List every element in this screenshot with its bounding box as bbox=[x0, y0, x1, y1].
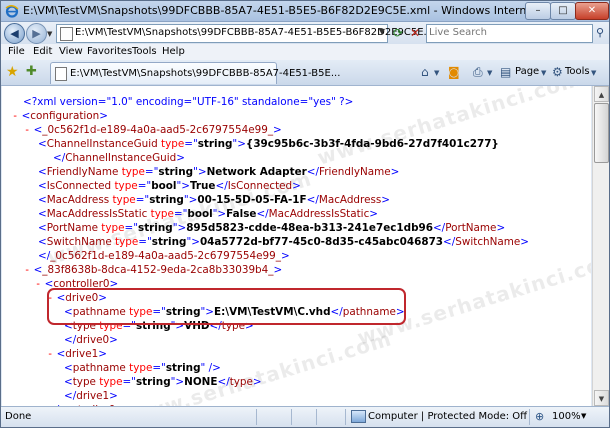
xml-node: </drive0> bbox=[64, 334, 118, 346]
tab-current[interactable]: E:\VM\TestVM\Snapshots\99DFCBBB-85A7-4E5… bbox=[50, 62, 340, 84]
feeds-icon[interactable]: ◙ bbox=[448, 65, 460, 79]
xml-node[interactable]: - <drive1> bbox=[47, 347, 107, 361]
tools-gear-icon[interactable]: ⚙ bbox=[552, 65, 563, 79]
xml-node: <ChannelInstanceGuid type="string">{39c9… bbox=[38, 138, 499, 150]
security-zone[interactable]: Computer | Protected Mode: Off bbox=[368, 411, 527, 422]
title-bar: E:\VM\TestVM\Snapshots\99DFCBBB-85A7-4E5… bbox=[1, 1, 609, 22]
status-divider bbox=[291, 409, 292, 425]
menu-view[interactable]: View bbox=[59, 46, 83, 57]
favorites-star-icon[interactable]: ★ bbox=[6, 64, 19, 80]
zoom-dropdown-icon[interactable]: ▼ bbox=[581, 412, 586, 420]
minimize-button[interactable]: – bbox=[525, 2, 551, 20]
xml-node: <type type="string">NONE</type> bbox=[64, 376, 262, 388]
xml-viewer: www.serhatakinci.com www.serhatakinci.co… bbox=[2, 86, 591, 406]
xml-node[interactable]: - <_0c562f1d-e189-4a0a-aad5-2c6797554e99… bbox=[24, 123, 282, 137]
forward-button[interactable]: ▶ bbox=[26, 23, 47, 44]
page-dropdown-icon[interactable]: ▼ bbox=[541, 69, 546, 77]
xml-node: <IsConnected type="bool">True</IsConnect… bbox=[38, 180, 301, 192]
window-title: E:\VM\TestVM\Snapshots\99DFCBBB-85A7-4E5… bbox=[23, 4, 587, 17]
search-input[interactable] bbox=[429, 26, 579, 39]
xml-node: </_0c562f1d-e189-4a0a-aad5-2c6797554e99_… bbox=[38, 250, 290, 262]
xml-node[interactable]: - <configuration> bbox=[12, 109, 108, 123]
close-button[interactable]: ✕ bbox=[575, 2, 609, 20]
xml-node: <MacAddressIsStatic type="bool">False</M… bbox=[38, 208, 379, 220]
scroll-down-icon[interactable]: ▼ bbox=[594, 390, 609, 406]
search-icon[interactable]: ⚲ bbox=[593, 25, 607, 40]
status-divider bbox=[529, 409, 530, 425]
tools-dropdown-icon[interactable]: ▼ bbox=[591, 69, 596, 77]
menu-edit[interactable]: Edit bbox=[33, 46, 52, 57]
page-menu-icon[interactable]: ▤ bbox=[500, 65, 511, 79]
command-bar: ★ ✚ E:\VM\TestVM\Snapshots\99DFCBBB-85A7… bbox=[1, 60, 609, 86]
ie-logo-icon bbox=[5, 5, 19, 18]
xml-declaration: <?xml version="1.0" encoding="UTF-16" st… bbox=[23, 96, 354, 108]
page-icon bbox=[60, 27, 73, 41]
print-dropdown-icon[interactable]: ▼ bbox=[487, 69, 492, 77]
scrollbar-thumb[interactable] bbox=[594, 103, 609, 163]
xml-node: <MacAddress type="string">00-15-5D-05-FA… bbox=[38, 194, 391, 206]
home-dropdown-icon[interactable]: ▼ bbox=[434, 69, 439, 77]
menu-bar: File Edit View Favorites Tools Help bbox=[1, 44, 609, 60]
scroll-up-icon[interactable]: ▲ bbox=[594, 86, 609, 102]
address-dropdown-icon[interactable]: ▼ bbox=[379, 27, 385, 36]
search-box[interactable] bbox=[426, 24, 593, 43]
address-toolbar: ◀ ▶ ▼ E:\VM\TestVM\Snapshots\99DFCBBB-85… bbox=[1, 22, 609, 44]
status-text: Done bbox=[5, 411, 32, 422]
xml-node: <SwitchName type="string">04a5772d-bf77-… bbox=[38, 236, 529, 248]
tab-title: E:\VM\TestVM\Snapshots\99DFCBBB-85A7-4E5… bbox=[70, 68, 341, 79]
tab-page-icon bbox=[55, 67, 67, 81]
menu-tools[interactable]: Tools bbox=[132, 46, 157, 57]
status-bar: Done Computer | Protected Mode: Off ⊕ 10… bbox=[1, 406, 609, 427]
xml-node[interactable]: - <_83f8638b-8dca-4152-9eda-2ca8b33039b4… bbox=[24, 263, 282, 277]
add-favorites-icon[interactable]: ✚ bbox=[26, 64, 37, 79]
xml-node: <pathname type="string" /> bbox=[64, 362, 221, 374]
xml-node: <PortName type="string">895d5823-cdde-48… bbox=[38, 222, 506, 234]
back-button[interactable]: ◀ bbox=[4, 23, 25, 44]
status-divider bbox=[345, 409, 346, 425]
tools-menu-button[interactable]: Tools bbox=[565, 66, 590, 77]
xml-node: </ChannelInstanceGuid> bbox=[53, 152, 185, 164]
print-icon[interactable]: ⎙ bbox=[473, 65, 483, 80]
highlight-annotation bbox=[47, 288, 406, 325]
ie-window: E:\VM\TestVM\Snapshots\99DFCBBB-85A7-4E5… bbox=[0, 0, 610, 428]
status-divider bbox=[256, 409, 257, 425]
zoom-level[interactable]: 100% bbox=[552, 411, 581, 422]
home-icon[interactable]: ⌂ bbox=[421, 65, 429, 79]
maximize-button[interactable]: □ bbox=[550, 2, 576, 20]
xml-node: <FriendlyName type="string">Network Adap… bbox=[38, 166, 400, 178]
vertical-scrollbar[interactable]: ▲ ▼ bbox=[592, 86, 609, 406]
zoom-icon[interactable]: ⊕ bbox=[535, 410, 544, 423]
page-menu-button[interactable]: Page bbox=[515, 66, 539, 77]
status-divider bbox=[316, 409, 317, 425]
menu-help[interactable]: Help bbox=[162, 46, 185, 57]
watermark: www.serhatakinci.com bbox=[314, 86, 585, 170]
stop-icon[interactable]: ✕ bbox=[407, 25, 423, 41]
computer-zone-icon bbox=[351, 410, 366, 423]
menu-favorites[interactable]: Favorites bbox=[87, 46, 132, 57]
address-bar[interactable]: E:\VM\TestVM\Snapshots\99DFCBBB-85A7-4E5… bbox=[56, 24, 445, 43]
xml-node: </drive1> bbox=[64, 390, 118, 402]
menu-file[interactable]: File bbox=[8, 46, 25, 57]
recent-pages-dropdown-icon[interactable]: ▼ bbox=[47, 30, 52, 38]
refresh-icon[interactable]: ⟳ bbox=[390, 25, 406, 41]
